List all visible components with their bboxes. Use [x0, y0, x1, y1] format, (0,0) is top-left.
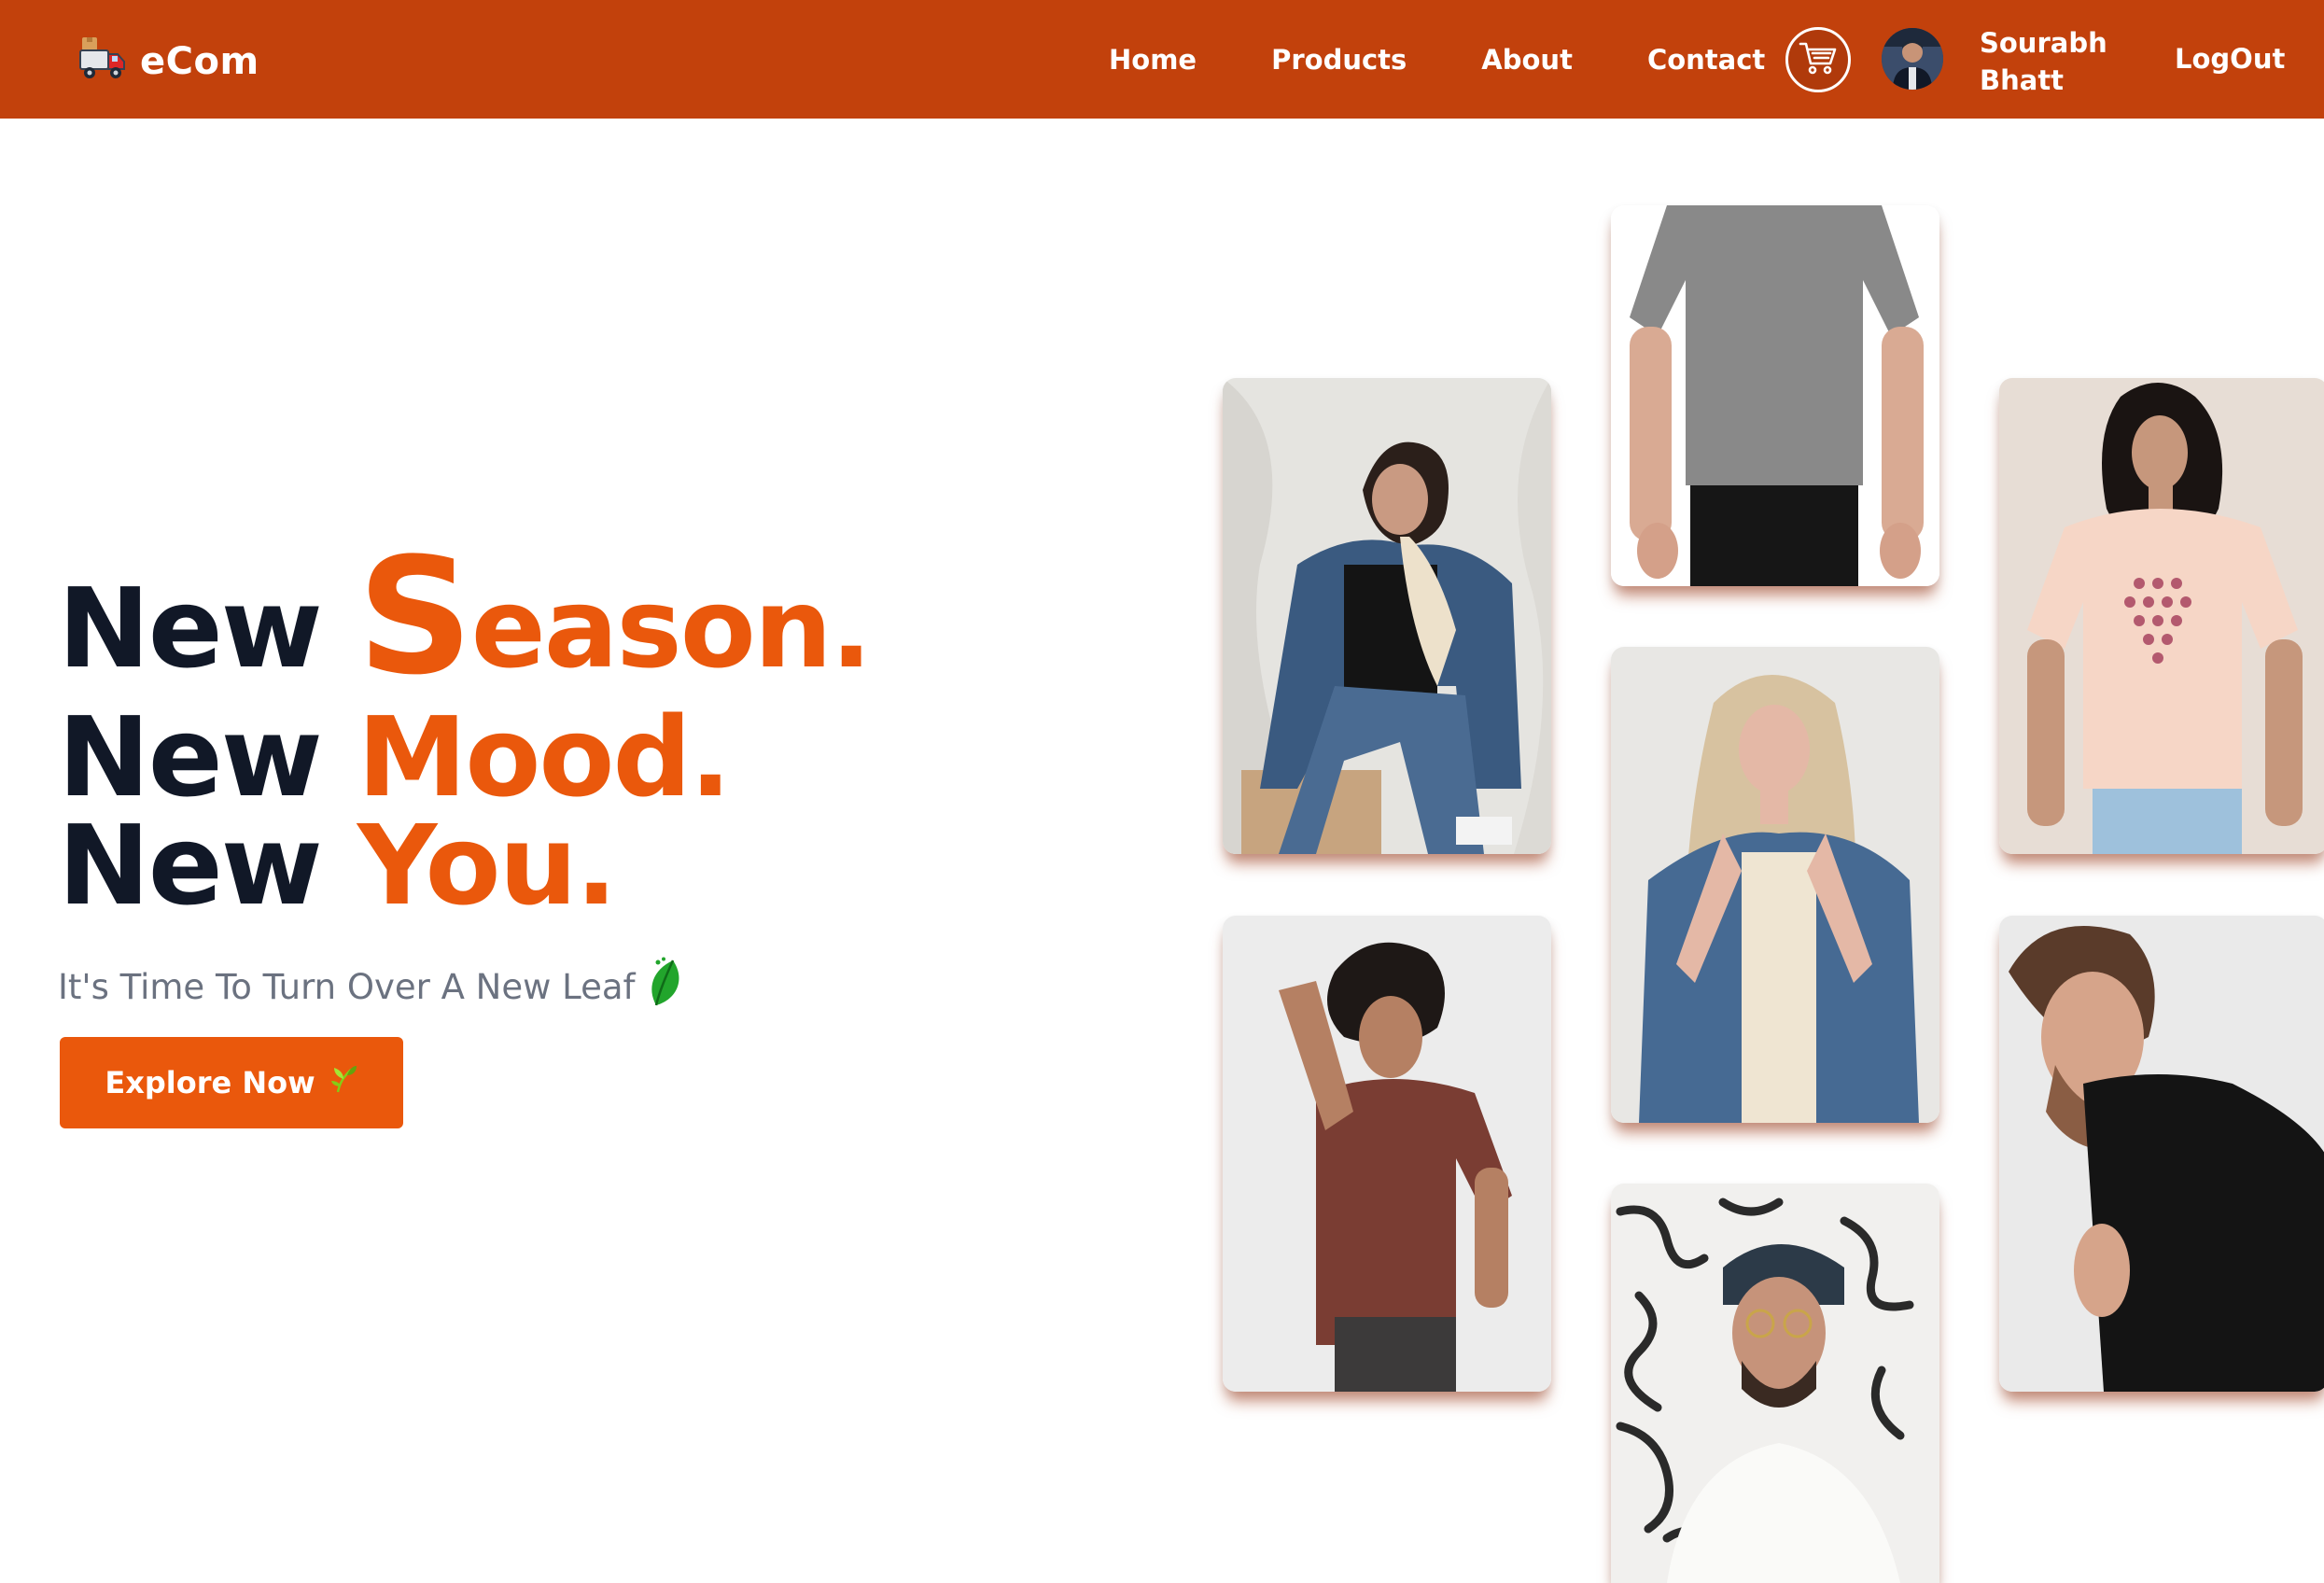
gallery-image: [1223, 916, 1551, 1392]
gallery-tile-woman-peach-tee[interactable]: [1999, 378, 2324, 854]
avatar[interactable]: [1882, 28, 1943, 90]
gallery-image: [1999, 378, 2324, 854]
gallery-tile-woman-denim-jacket[interactable]: [1223, 378, 1551, 854]
navbar: eCom Home Products About Contact Sourabh…: [0, 0, 2324, 119]
gallery-image: [1611, 1184, 1939, 1583]
leaf-icon: [645, 957, 686, 1017]
main-nav: Home Products About Contact: [1109, 0, 1765, 119]
nav-home[interactable]: Home: [1109, 44, 1197, 76]
brand-name: eCom: [140, 39, 259, 83]
user-first-name: Sourabh: [1980, 27, 2107, 59]
gallery-tile-man-beanie[interactable]: [1611, 1184, 1939, 1583]
gallery-image: [1223, 378, 1551, 854]
gallery-tile-grey-tee[interactable]: [1611, 205, 1939, 586]
gallery-image: [1611, 647, 1939, 1123]
hero-line1-accent: eason.: [470, 564, 873, 693]
nav-about[interactable]: About: [1481, 44, 1573, 76]
hero-subtitle-text: It's Time To Turn Over A New Leaf: [58, 967, 636, 1007]
gallery-image: [1999, 916, 2324, 1392]
nav-contact[interactable]: Contact: [1647, 44, 1765, 76]
user-last-name: Bhatt: [1980, 64, 2065, 96]
hero-big-s: S: [357, 523, 473, 710]
user-name[interactable]: Sourabh Bhatt: [1980, 24, 2110, 99]
hero-line1-word: New: [58, 564, 323, 693]
hero-line3-word: New: [58, 801, 323, 930]
gallery-tile-woman-cream-tee[interactable]: [1611, 647, 1939, 1123]
gallery-tile-man-brown-tee[interactable]: [1223, 916, 1551, 1392]
delivery-truck-icon: [78, 35, 127, 87]
gallery-image: [1611, 205, 1939, 586]
hero-line-you: New You.: [58, 801, 618, 930]
nav-products[interactable]: Products: [1271, 44, 1407, 76]
logout-link[interactable]: LogOut: [2175, 43, 2285, 75]
explore-now-label: Explore Now: [105, 1065, 315, 1100]
sprout-icon: [330, 1064, 358, 1101]
hero-line3-accent: You.: [357, 801, 618, 930]
shopping-cart-icon: [1799, 40, 1838, 80]
gallery-tile-man-black-tee[interactable]: [1999, 916, 2324, 1392]
cart-button[interactable]: [1785, 27, 1851, 92]
hero-subtitle: It's Time To Turn Over A New Leaf: [58, 957, 686, 1017]
explore-now-button[interactable]: Explore Now: [60, 1037, 403, 1128]
hero-line-season: New Season.: [58, 523, 873, 710]
brand-logo[interactable]: eCom: [78, 35, 259, 87]
